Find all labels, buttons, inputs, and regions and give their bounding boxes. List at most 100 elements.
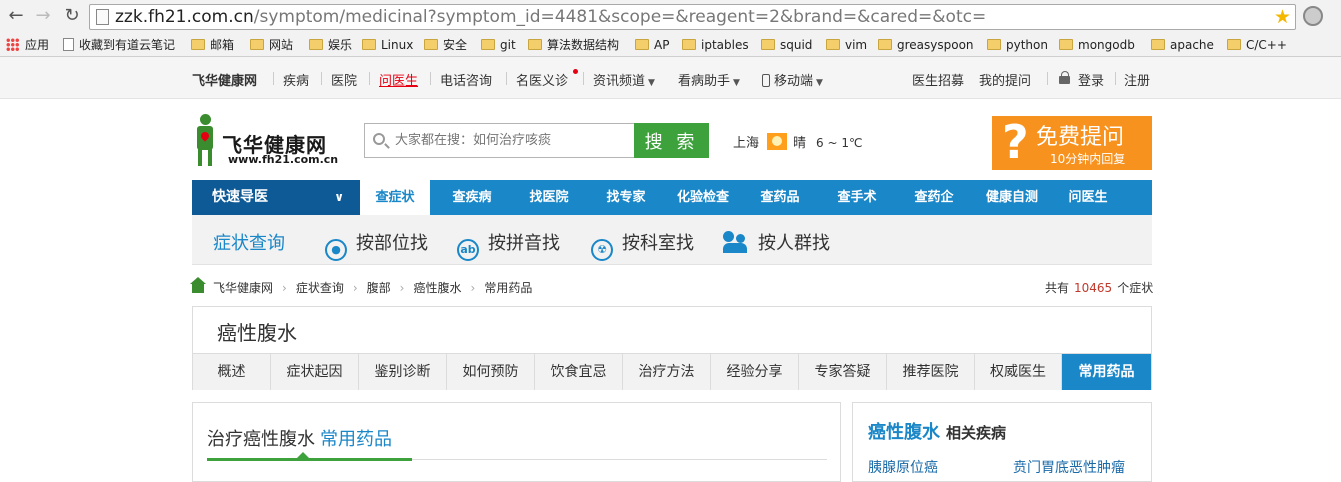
- tab-expert-qa[interactable]: 专家答疑: [799, 354, 887, 390]
- topbar-link-free-clinic[interactable]: 名医义诊: [516, 70, 568, 89]
- login-link[interactable]: 登录: [1078, 70, 1104, 89]
- nav-item-symptoms[interactable]: 查症状: [360, 180, 430, 215]
- lock-icon: [1059, 71, 1070, 84]
- tab-prevention[interactable]: 如何预防: [447, 354, 535, 390]
- breadcrumb-item[interactable]: 腹部: [367, 281, 391, 295]
- bookmark-folder[interactable]: 算法数据结构: [528, 36, 619, 54]
- home-icon[interactable]: [190, 277, 206, 293]
- breadcrumb-item[interactable]: 癌性腹水: [413, 281, 461, 295]
- tab-doctors[interactable]: 权威医生: [975, 354, 1062, 390]
- free-question-button[interactable]: ? 免费提问 10分钟内回复: [992, 116, 1152, 170]
- nav-item-drugs[interactable]: 查药品: [745, 180, 815, 215]
- topbar-link-disease[interactable]: 疾病: [283, 70, 309, 89]
- register-link[interactable]: 注册: [1124, 70, 1150, 89]
- bookmark-folder[interactable]: git: [481, 36, 516, 54]
- bookmark-folder[interactable]: 网站: [250, 36, 293, 54]
- bookmark-folder[interactable]: apache: [1151, 36, 1214, 54]
- bookmark-folder[interactable]: greasyspoon: [878, 36, 974, 54]
- subnav-by-population[interactable]: 按人群找: [723, 229, 830, 255]
- logo-url: www.fh21.com.cn: [228, 153, 339, 166]
- topbar-menu-helper[interactable]: 看病助手 ▼: [678, 70, 740, 89]
- bookmark-folder[interactable]: AP: [635, 36, 669, 54]
- site-logo[interactable]: 飞华健康网 www.fh21.com.cn: [192, 114, 338, 170]
- weather-widget: 上海 晴 6 ~ 1℃: [733, 132, 862, 151]
- ask-subtitle: 10分钟内回复: [1050, 152, 1126, 166]
- tab-diet[interactable]: 饮食宜忌: [535, 354, 623, 390]
- subnav-by-pinyin[interactable]: ab 按拼音找: [457, 229, 560, 261]
- bookmark-folder[interactable]: Linux: [362, 36, 413, 54]
- apps-grid-icon: [6, 38, 19, 51]
- related-disease-link[interactable]: 胰腺原位癌: [868, 457, 938, 477]
- tab-experience[interactable]: 经验分享: [711, 354, 799, 390]
- topbar-menu-mobile[interactable]: 移动端 ▼: [762, 70, 823, 89]
- nav-item-ask-doctor[interactable]: 问医生: [1053, 180, 1123, 215]
- divider: [369, 72, 370, 85]
- breadcrumb-separator: ›: [352, 281, 358, 295]
- related-title: 癌性腹水 相关疾病: [868, 422, 1007, 443]
- bookmark-folder[interactable]: vim: [826, 36, 867, 54]
- back-arrow-icon[interactable]: ←: [6, 6, 26, 26]
- address-bar[interactable]: zzk.fh21.com.cn/symptom/medicinal?sympto…: [89, 4, 1296, 30]
- bookmark-folder[interactable]: python: [987, 36, 1048, 54]
- forward-arrow-icon[interactable]: →: [33, 6, 53, 26]
- tab-common-drugs[interactable]: 常用药品: [1062, 354, 1151, 390]
- bookmark-folder[interactable]: 娱乐: [309, 36, 352, 54]
- tab-causes[interactable]: 症状起因: [271, 354, 359, 390]
- topbar-link-ask-doctor[interactable]: 问医生: [379, 70, 418, 89]
- nav-item-self-test[interactable]: 健康自测: [972, 180, 1052, 215]
- nav-item-hospitals[interactable]: 找医院: [514, 180, 584, 215]
- divider: [321, 72, 322, 85]
- weather-temp: 6 ~ 1℃: [816, 136, 863, 150]
- bookmark-folder[interactable]: 邮箱: [191, 36, 234, 54]
- search-button[interactable]: 搜 索: [634, 123, 709, 158]
- globe-icon[interactable]: [1303, 6, 1323, 26]
- topbar-link-recruit[interactable]: 医生招募: [912, 70, 964, 89]
- bookmark-star-icon[interactable]: ★: [1274, 6, 1291, 28]
- quick-nav-dropdown[interactable]: 快速导医 ∨: [192, 180, 360, 215]
- caret-down-icon: ▼: [816, 78, 823, 88]
- related-disease-link[interactable]: 贲门胃底恶性肿瘤: [1013, 457, 1125, 477]
- bookmark-folder[interactable]: squid: [761, 36, 812, 54]
- topbar-menu-news[interactable]: 资讯频道 ▼: [593, 70, 655, 89]
- nav-item-lab-tests[interactable]: 化验检查: [663, 180, 743, 215]
- nav-item-diseases[interactable]: 查疾病: [437, 180, 507, 215]
- divider: [430, 72, 431, 85]
- site-topbar: 飞华健康网 疾病 医院 问医生 电话咨询 名医义诊 资讯频道 ▼ 看病助手 ▼ 移动…: [0, 57, 1341, 99]
- bookmark-folder[interactable]: C/C++: [1227, 36, 1287, 54]
- bookmark-folder[interactable]: iptables: [682, 36, 749, 54]
- disease-panel: 癌性腹水 概述 症状起因 鉴别诊断 如何预防 饮食宜忌 治疗方法 经验分享 专家…: [192, 306, 1152, 390]
- topbar-link-hospital[interactable]: 医院: [331, 70, 357, 89]
- disease-tabs: 概述 症状起因 鉴别诊断 如何预防 饮食宜忌 治疗方法 经验分享 专家答疑 推荐…: [193, 353, 1151, 390]
- bookmark-folder[interactable]: mongodb: [1059, 36, 1135, 54]
- caret-down-icon: ▼: [733, 78, 740, 88]
- tab-overview[interactable]: 概述: [193, 354, 271, 390]
- nav-item-pharma[interactable]: 查药企: [899, 180, 969, 215]
- tab-treatment[interactable]: 治疗方法: [623, 354, 711, 390]
- subnav-by-body-part[interactable]: ● 按部位找: [325, 229, 428, 261]
- browser-toolbar: ← → ↻ zzk.fh21.com.cn/symptom/medicinal?…: [0, 0, 1341, 33]
- nav-item-surgery[interactable]: 查手术: [822, 180, 892, 215]
- subnav-by-department[interactable]: ☢ 按科室找: [591, 229, 694, 261]
- bookmarks-bar: 应用 收藏到有道云笔记 邮箱 网站 娱乐 Linux 安全 git 算法数据结构…: [0, 33, 1341, 57]
- url-text[interactable]: zzk.fh21.com.cn/symptom/medicinal?sympto…: [115, 7, 986, 27]
- reload-icon[interactable]: ↻: [62, 6, 82, 26]
- breadcrumb-separator: ›: [399, 281, 405, 295]
- drug-list-panel: 治疗癌性腹水 常用药品: [192, 402, 841, 482]
- topbar-brand[interactable]: 飞华健康网: [192, 70, 257, 89]
- logo-figure-icon: [192, 114, 220, 166]
- search-input[interactable]: [364, 123, 635, 158]
- bookmark-youdao[interactable]: 收藏到有道云笔记: [63, 36, 175, 54]
- weather-city[interactable]: 上海: [733, 136, 759, 151]
- breadcrumb-item[interactable]: 飞华健康网: [213, 281, 273, 295]
- ab-icon: ab: [457, 239, 479, 261]
- tab-diagnosis[interactable]: 鉴别诊断: [359, 354, 447, 390]
- topbar-link-phone[interactable]: 电话咨询: [440, 70, 492, 89]
- tab-hospitals[interactable]: 推荐医院: [887, 354, 975, 390]
- nav-item-experts[interactable]: 找专家: [591, 180, 661, 215]
- breadcrumb-item[interactable]: 症状查询: [296, 281, 344, 295]
- topbar-link-my-questions[interactable]: 我的提问: [979, 70, 1031, 89]
- bookmark-folder[interactable]: 安全: [424, 36, 467, 54]
- sun-icon: [767, 133, 788, 150]
- bookmark-apps[interactable]: 应用: [6, 36, 49, 54]
- section-title: 治疗癌性腹水 常用药品: [207, 429, 392, 450]
